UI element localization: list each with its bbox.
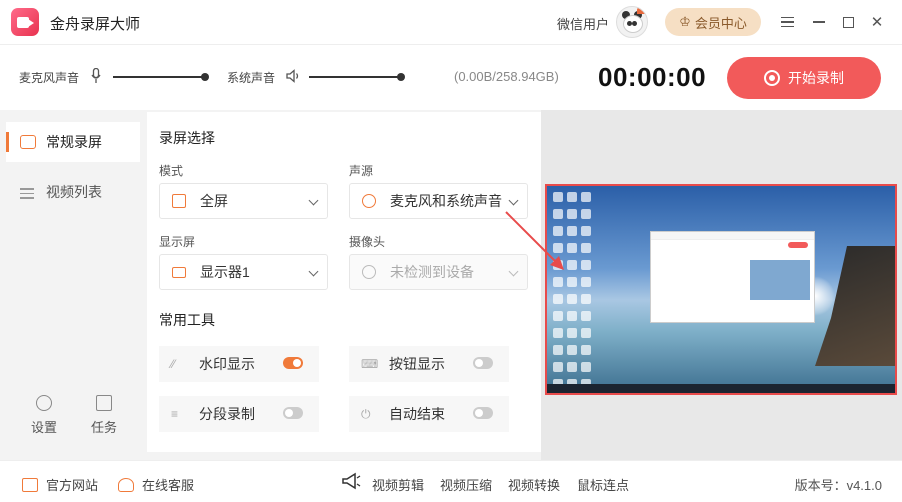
tool-label: 分段录制 (199, 406, 255, 422)
system-volume-slider[interactable] (309, 73, 405, 81)
preview-taskbar (547, 384, 895, 393)
official-website-label: 官方网站 (46, 478, 99, 493)
vip-center-label: 会员中心 (694, 15, 747, 31)
audio-source-label: 声源 (349, 164, 374, 178)
chevron-down-icon (508, 195, 519, 206)
mic-label: 麦克风声音 (19, 71, 80, 85)
tool-label: 自动结束 (389, 406, 445, 422)
record-timer: 00:00:00 (598, 62, 707, 92)
vip-center-button[interactable]: ♔ 会员中心 (665, 8, 761, 36)
version-label: 版本号：v4.1.0 (794, 478, 882, 493)
avatar[interactable] (616, 6, 648, 38)
sidebar-item-label: 视频列表 (46, 184, 102, 200)
online-support-label: 在线客服 (142, 478, 195, 493)
pointer-arrow-icon (505, 211, 564, 270)
video-camera-icon (20, 135, 36, 149)
display-value: 显示器1 (200, 264, 250, 280)
watermark-toggle[interactable] (283, 357, 303, 369)
app-logo-icon (11, 8, 39, 36)
audio-source-value: 麦克风和系统声音 (390, 193, 502, 209)
camera-label: 摄像头 (349, 235, 386, 249)
segment-record-toggle-row[interactable]: ≡ 分段录制 (159, 396, 319, 432)
power-icon: ⏻ (361, 407, 371, 421)
monitor-icon (22, 477, 38, 492)
button-display-toggle[interactable] (473, 357, 493, 369)
segment-record-toggle[interactable] (283, 407, 303, 419)
clipboard-icon (96, 395, 112, 411)
video-convert-link[interactable]: 视频转换 (508, 475, 560, 494)
megaphone-icon (342, 472, 361, 490)
menu-icon[interactable] (776, 11, 798, 33)
sidebar-item-video-list[interactable]: 视频列表 (6, 172, 140, 212)
preview-app-window (650, 231, 815, 323)
camera-value: 未检测到设备 (390, 264, 474, 280)
main-area: 常规录屏 视频列表 设置 任务 录屏选择 模式 全屏 声源 麦克风和系统声音 显… (0, 110, 902, 460)
auto-stop-toggle-row[interactable]: ⏻ 自动结束 (349, 396, 509, 432)
keyboard-icon: ⌨ (361, 357, 379, 371)
user-name[interactable]: 微信用户 (557, 14, 609, 33)
watermark-toggle-row[interactable]: ⁄⁄ 水印显示 (159, 346, 319, 382)
monitor-icon (172, 266, 186, 278)
microphone-icon[interactable] (91, 68, 101, 84)
headset-icon (118, 477, 134, 492)
speaker-icon[interactable] (285, 68, 301, 84)
watermark-icon: ⁄⁄ (171, 357, 176, 371)
app-title: 金舟录屏大师 (50, 16, 141, 33)
auto-stop-toggle[interactable] (473, 407, 493, 419)
sidebar-item-normal-record[interactable]: 常规录屏 (6, 122, 140, 162)
chevron-down-icon (308, 195, 319, 206)
preview-area (541, 110, 902, 460)
sidebar: 常规录屏 视频列表 设置 任务 (0, 110, 147, 460)
audio-source-icon (362, 194, 376, 208)
screen-preview (545, 184, 897, 395)
close-icon[interactable]: ✕ (866, 11, 888, 33)
crown-icon: ♔ (679, 14, 691, 29)
footer: 官方网站 在线客服 视频剪辑 视频压缩 视频转换 鼠标连点 版本号：v4.1.0 (0, 460, 902, 502)
segment-icon: ≡ (171, 407, 179, 421)
tasks-label: 任务 (90, 420, 117, 435)
mode-label: 模式 (159, 164, 184, 178)
online-support-link[interactable]: 在线客服 (118, 475, 194, 494)
list-icon (20, 185, 36, 199)
mode-select[interactable]: 全屏 (159, 183, 328, 219)
record-icon (764, 70, 780, 86)
title-bar: 金舟录屏大师 微信用户 ♔ 会员中心 ✕ (0, 0, 902, 44)
fullscreen-icon (172, 194, 186, 208)
mode-value: 全屏 (200, 193, 228, 209)
chevron-down-icon (308, 266, 319, 277)
maximize-icon[interactable] (837, 11, 859, 33)
tool-label: 按钮显示 (389, 356, 445, 372)
settings-label: 设置 (30, 420, 57, 435)
webcam-icon (362, 265, 376, 279)
display-select[interactable]: 显示器1 (159, 254, 328, 290)
settings-button[interactable]: 设置 (19, 395, 69, 436)
video-edit-link[interactable]: 视频剪辑 (372, 475, 424, 494)
settings-panel: 录屏选择 模式 全屏 声源 麦克风和系统声音 显示屏 显示器1 摄像头 未检测到… (147, 112, 541, 452)
start-record-label: 开始录制 (788, 70, 844, 86)
mic-volume-slider[interactable] (113, 73, 209, 81)
auto-clicker-link[interactable]: 鼠标连点 (577, 475, 629, 494)
record-selection-title: 录屏选择 (159, 130, 215, 146)
official-website-link[interactable]: 官方网站 (22, 475, 98, 494)
video-compress-link[interactable]: 视频压缩 (440, 475, 492, 494)
tasks-button[interactable]: 任务 (79, 395, 129, 436)
audio-toolbar: 麦克风声音 系统声音 (0.00B/258.94GB) 00:00:00 开始录… (0, 44, 902, 110)
gear-icon (36, 395, 52, 411)
start-record-button[interactable]: 开始录制 (727, 57, 881, 99)
common-tools-title: 常用工具 (159, 312, 215, 328)
display-label: 显示屏 (159, 235, 196, 249)
sidebar-item-label: 常规录屏 (46, 134, 102, 150)
minimize-icon[interactable] (808, 11, 830, 33)
system-sound-label: 系统声音 (227, 71, 276, 85)
button-display-toggle-row[interactable]: ⌨ 按钮显示 (349, 346, 509, 382)
storage-info: (0.00B/258.94GB) (454, 69, 559, 84)
tool-label: 水印显示 (199, 356, 255, 372)
